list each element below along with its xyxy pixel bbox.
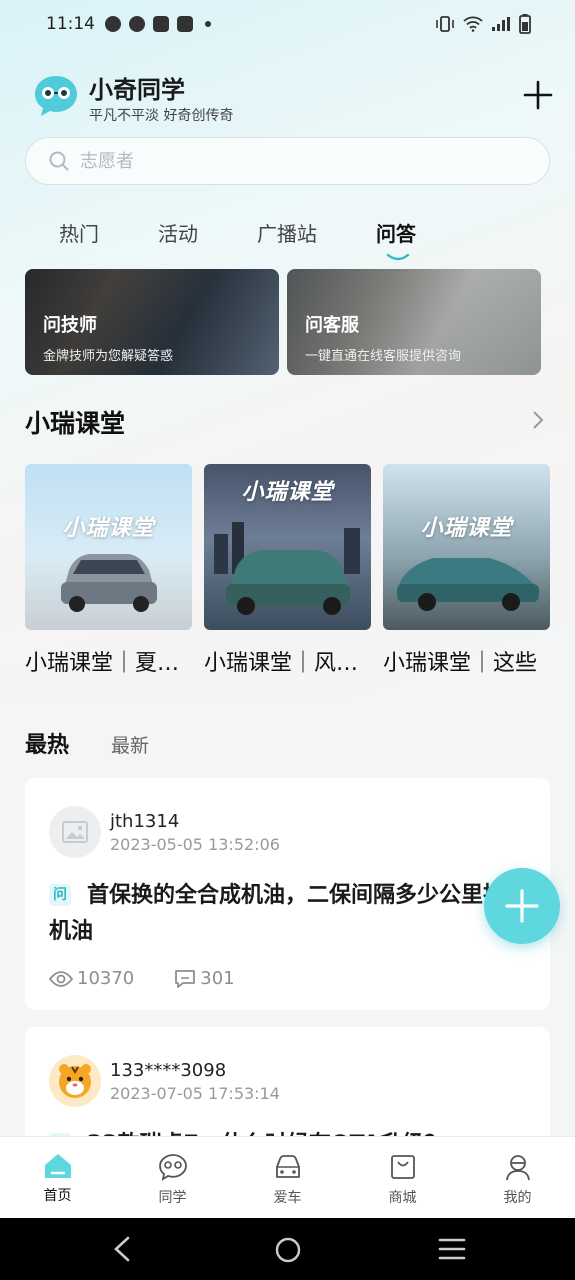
tab-activity[interactable]: 活动 <box>158 218 198 247</box>
post-card[interactable]: jth1314 2023-05-05 13:52:06 首保换的全合成机油，二保… <box>25 778 550 1010</box>
ask-technician-card[interactable]: 问技师 金牌技师为您解疑答惑 <box>25 269 279 375</box>
more-notifications-dot-icon <box>205 21 211 27</box>
post-timestamp: 2023-07-05 17:53:14 <box>110 1084 280 1103</box>
ask-card-subtitle: 一键直通在线客服提供咨询 <box>305 349 462 364</box>
tab-qa[interactable]: 问答 <box>376 218 416 261</box>
chat-face-icon <box>158 1154 187 1181</box>
nav-label: 同学 <box>158 1190 187 1206</box>
system-navigation-bar <box>0 1218 575 1280</box>
profile-icon <box>505 1155 530 1181</box>
course-caption[interactable]: 小瑞课堂｜夏季用车 <box>25 645 192 677</box>
question-badge: 问 <box>49 884 71 906</box>
shopping-bag-icon <box>390 1155 415 1179</box>
search-bar[interactable] <box>25 137 550 185</box>
app-logo-icon <box>35 76 77 116</box>
vibrate-icon <box>436 16 454 32</box>
view-count-value: 10370 <box>77 968 135 989</box>
ask-card-subtitle: 金牌技师为您解疑答惑 <box>43 349 174 364</box>
view-count: 10370 <box>49 968 134 989</box>
nav-profile[interactable]: 我的 <box>460 1137 575 1218</box>
sort-hot-tab[interactable]: 最热 <box>25 727 69 759</box>
comment-count-value: 301 <box>200 968 235 989</box>
back-icon[interactable] <box>110 1236 134 1262</box>
post-username: jth1314 <box>110 811 180 832</box>
nav-label: 商城 <box>388 1190 417 1206</box>
create-post-button[interactable] <box>484 868 560 944</box>
home-icon <box>44 1154 71 1178</box>
app-header: 小奇同学 平凡不平淡 好奇创传奇 <box>33 68 553 128</box>
course-thumbnail[interactable]: 小瑞课堂 <box>25 464 192 630</box>
nav-label: 我的 <box>503 1190 532 1206</box>
add-button[interactable] <box>523 80 553 110</box>
ask-customer-service-card[interactable]: 问客服 一键直通在线客服提供咨询 <box>287 269 541 375</box>
eye-icon <box>49 970 73 987</box>
post-title: 首保换的全合成机油，二保间隔多少公里换机油 <box>49 883 506 944</box>
ask-card-title: 问技师 <box>43 315 97 336</box>
car-image-icon <box>397 558 539 611</box>
car-image-icon <box>214 522 360 615</box>
tab-active-indicator-icon <box>386 253 410 261</box>
signal-icon <box>492 17 510 31</box>
ask-card-title: 问客服 <box>305 315 359 336</box>
nav-shop[interactable]: 商城 <box>345 1137 460 1218</box>
status-time: 11:14 <box>46 14 95 34</box>
tiger-avatar-icon <box>59 1064 91 1098</box>
car-icon <box>275 1155 300 1178</box>
tab-hot[interactable]: 热门 <box>59 218 99 247</box>
wifi-icon <box>463 16 483 32</box>
course-caption[interactable]: 小瑞课堂｜这些 <box>383 645 550 677</box>
course-thumbnail[interactable]: 小瑞课堂 <box>383 464 550 630</box>
home-circle-icon[interactable] <box>274 1236 302 1264</box>
nav-classmates[interactable]: 同学 <box>115 1137 230 1218</box>
course-caption[interactable]: 小瑞课堂｜风雨天 <box>204 645 371 677</box>
comment-icon <box>175 969 196 988</box>
post-stats: 10370 301 <box>49 968 275 989</box>
app-title: 小奇同学 <box>89 76 185 104</box>
section-title: 小瑞课堂 <box>25 409 126 438</box>
post-username: 133****3098 <box>110 1060 227 1081</box>
comment-count: 301 <box>174 968 235 989</box>
app-notification-icon <box>129 16 145 32</box>
post-timestamp: 2023-05-05 13:52:06 <box>110 835 280 854</box>
search-input[interactable] <box>80 150 480 172</box>
sort-new-tab[interactable]: 最新 <box>111 731 149 758</box>
avatar[interactable] <box>49 1055 101 1107</box>
tab-broadcast[interactable]: 广播站 <box>257 218 317 247</box>
image-placeholder-icon <box>62 821 88 843</box>
bottom-navigation: 首页 同学 爱车 商城 我的 <box>0 1136 575 1218</box>
nav-my-car[interactable]: 爱车 <box>230 1137 345 1218</box>
menu-icon[interactable] <box>438 1236 466 1262</box>
course-thumbnail[interactable]: 小瑞课堂 <box>204 464 371 630</box>
nav-label: 爱车 <box>273 1190 302 1206</box>
car-image-icon <box>61 554 157 612</box>
status-bar: 11:14 <box>0 0 575 48</box>
category-tabs: 热门 活动 广播站 问答 <box>25 212 550 261</box>
chevron-right-icon[interactable] <box>531 410 545 430</box>
mail-notification-icon-2 <box>177 16 193 32</box>
nav-label: 首页 <box>43 1188 72 1204</box>
message-notification-icon <box>105 16 121 32</box>
plus-icon <box>505 889 539 923</box>
avatar[interactable] <box>49 806 101 858</box>
mail-notification-icon <box>153 16 169 32</box>
tab-qa-label: 问答 <box>376 222 416 246</box>
search-icon <box>49 151 69 171</box>
battery-icon <box>519 14 531 34</box>
nav-home[interactable]: 首页 <box>0 1137 115 1218</box>
app-slogan: 平凡不平淡 好奇创传奇 <box>89 108 234 124</box>
